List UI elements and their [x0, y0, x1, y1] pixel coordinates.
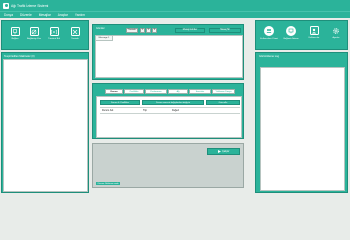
right-toolbar-panel: Kullanıcıları Yönet Bağlantı İzleme Kull…: [255, 20, 348, 50]
page-3-button[interactable]: 3: [152, 27, 157, 33]
column-value: Değeri: [172, 109, 180, 112]
tab-properties[interactable]: Özellikler: [124, 89, 144, 94]
play-icon: [217, 149, 221, 154]
users-icon: [264, 26, 274, 36]
window-title: Ağı Trafik İzleme Sistemi: [11, 3, 49, 8]
column-type: Tipi: [143, 109, 147, 112]
change-variables-button[interactable]: Durum mevcut değişkenleri değiştir: [142, 100, 204, 105]
tab-uploaded-files[interactable]: Yüklenen Dosya: [212, 89, 235, 94]
plug-icon: [10, 27, 20, 36]
connect-button[interactable]: Bağlan: [5, 27, 25, 40]
output-panel: Çalıştır Oturum: Bekleme modu: [92, 143, 244, 188]
disconnect-button[interactable]: Bağlantıyı Kes: [24, 27, 44, 40]
session-status: Oturum: Bekleme modu: [96, 182, 121, 185]
send-message-button[interactable]: Mesaj Gönder: [175, 27, 205, 33]
menu-help[interactable]: Yardım: [75, 13, 85, 17]
log-panel: Görüntüleme Log: [255, 52, 348, 193]
delete-message-button[interactable]: Mesaj Sil: [209, 27, 241, 33]
toolbar-panel: Bağlan Bağlantıyı Kes Tümünü Bul Temizle: [1, 20, 89, 50]
tab-network[interactable]: Ağ: [168, 89, 188, 94]
menu-edit[interactable]: Düzenle: [20, 13, 32, 17]
menu-bar: Dosya Düzenle Mesajlar Araçlar Yardım: [0, 11, 350, 18]
log-view[interactable]: [260, 67, 345, 191]
center-tabs: Durum Özellikler Performans Ağ Servisler…: [105, 89, 235, 95]
app-logo-icon: [3, 2, 9, 9]
message-label: Gönder: [96, 27, 105, 30]
users-button[interactable]: Kullanıcılar: [303, 26, 325, 39]
log-header: Görüntüleme Log: [259, 55, 280, 58]
tab-services[interactable]: Servisler: [189, 89, 211, 94]
properties-panel: Durum Özellikler Performans Ağ Servisler…: [92, 83, 244, 139]
update-button[interactable]: Güncelle: [206, 100, 240, 105]
clear-button[interactable]: Temizle: [65, 27, 85, 40]
properties-grid: Durum & Özellikler Durum mevcut değişken…: [96, 96, 242, 138]
filter-button[interactable]: Temizle: [126, 27, 138, 33]
manage-users-button[interactable]: Kullanıcıları Yönet: [258, 26, 280, 40]
properties-toolbar-label: Durum & Özellikler: [100, 100, 140, 105]
message-panel: Gönder Temizle 1 2 3 Mesaj Gönder Mesaj …: [92, 24, 244, 80]
machines-header: Tespit Edilen Makineler (0): [4, 54, 35, 58]
gear-icon: [332, 26, 341, 35]
page-2-button[interactable]: 2: [146, 27, 151, 33]
title-bar: Ağı Trafik İzleme Sistemi: [0, 0, 350, 11]
broadcast-icon: [49, 27, 59, 36]
settings-button[interactable]: Ayarlar: [325, 26, 347, 39]
menu-tools[interactable]: Araçlar: [58, 13, 68, 17]
find-all-button[interactable]: Tümünü Bul: [44, 27, 64, 40]
column-name: Durum Adı: [102, 109, 114, 112]
tab-performance[interactable]: Performans: [145, 89, 167, 94]
message-editor[interactable]: Message 1: [95, 35, 243, 78]
unplug-icon: [29, 27, 39, 36]
user-icon: [309, 26, 319, 35]
page-1-button[interactable]: 1: [140, 27, 145, 33]
machines-panel: Tespit Edilen Makineler (0): [1, 52, 89, 193]
run-button[interactable]: Çalıştır: [207, 148, 240, 155]
connection-monitor-button[interactable]: Bağlantı İzleme: [280, 26, 302, 40]
menu-messages[interactable]: Mesajlar: [39, 13, 51, 17]
close-icon: [70, 27, 80, 36]
message-tab[interactable]: Message 1: [96, 36, 113, 41]
tab-status[interactable]: Durum: [105, 89, 123, 94]
menu-file[interactable]: Dosya: [4, 13, 13, 17]
machines-list[interactable]: [3, 59, 88, 192]
monitor-icon: [286, 26, 296, 36]
